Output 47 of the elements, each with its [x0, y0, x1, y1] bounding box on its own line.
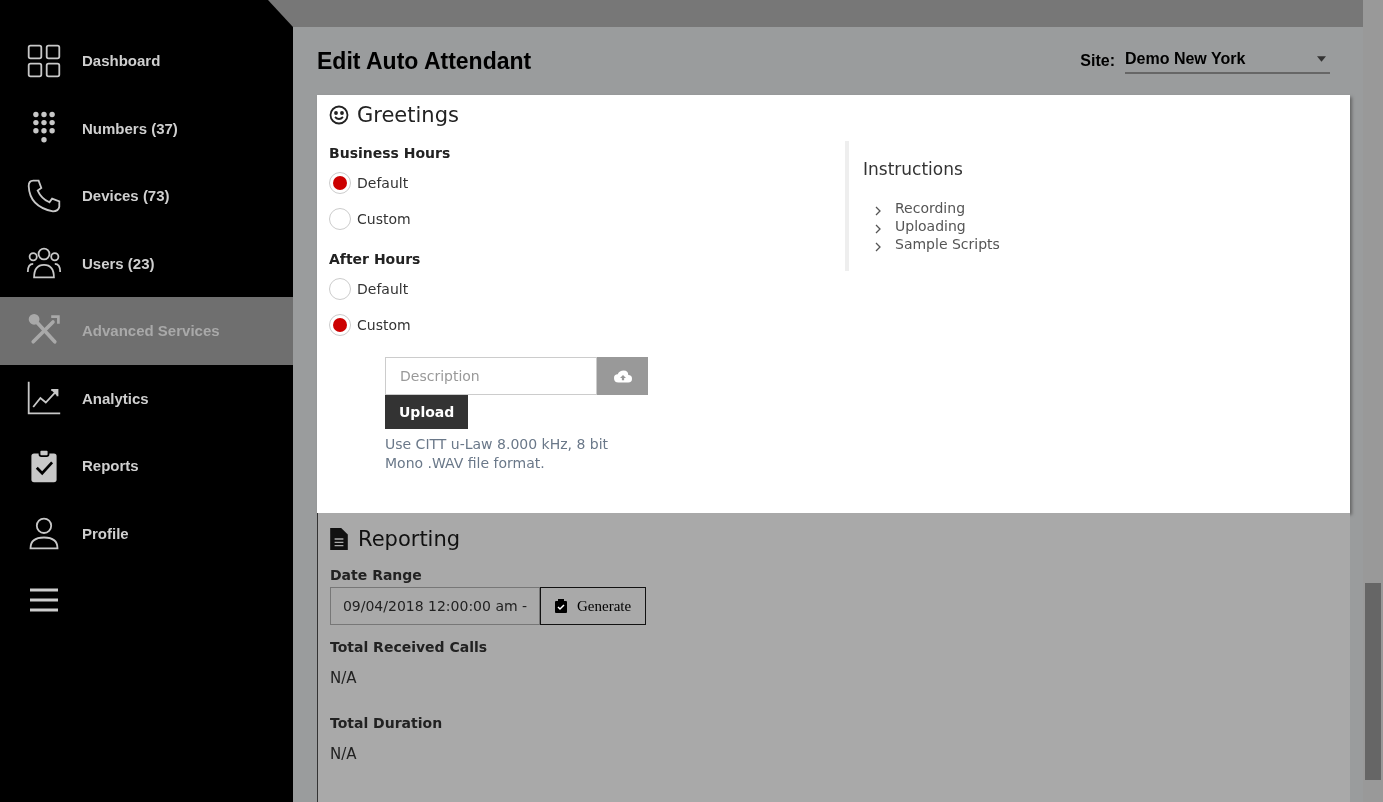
generate-button[interactable]: Generate	[540, 587, 647, 625]
date-range-field[interactable]: 09/04/2018 12:00:00 am -	[330, 587, 540, 625]
radio-label: Custom	[357, 211, 411, 227]
stat-label: Total Received Calls	[330, 639, 489, 655]
caret-icon	[1317, 56, 1326, 62]
chart-icon	[26, 380, 62, 417]
sidebar-item[interactable]: Dashboard	[0, 27, 293, 95]
group-label: Business Hours	[329, 145, 452, 161]
upload-button[interactable]: Upload	[385, 395, 469, 429]
menu-icon[interactable]	[29, 587, 59, 613]
radio-button[interactable]	[329, 208, 351, 230]
section-title: Greetings	[357, 103, 459, 127]
sidebar-item[interactable]: Numbers (37)	[0, 94, 293, 162]
description-field[interactable]: Description	[385, 357, 597, 395]
sidebar-item[interactable]: Profile	[0, 499, 293, 567]
instruction-link[interactable]: Recording	[875, 199, 1000, 217]
site-label: Site:	[1080, 52, 1115, 70]
radio-label: Custom	[357, 317, 411, 333]
page-title: Edit Auto Attendant	[317, 47, 532, 75]
field-label: Date Range	[330, 567, 423, 583]
sidebar-item[interactable]: Analytics	[0, 364, 293, 432]
stat-value: N/A	[330, 669, 358, 687]
smiley-icon	[329, 105, 349, 125]
instruction-link[interactable]: Uploading	[875, 217, 1000, 235]
format-note: Use CITT u-Law 8.000 kHz, 8 bit Mono .WAV file format.	[385, 435, 610, 473]
phone-icon	[26, 177, 62, 214]
cloud-upload-button[interactable]	[597, 357, 648, 395]
instructions-title: Instructions	[863, 159, 964, 179]
radio-button[interactable]	[329, 314, 351, 336]
radio-button[interactable]	[329, 172, 351, 194]
sidebar-item[interactable]: Devices (73)	[0, 162, 293, 230]
clipboard-check-icon	[555, 599, 567, 613]
group-label: After Hours	[329, 251, 422, 267]
radio-label: Default	[357, 175, 409, 191]
instruction-link[interactable]: Sample Scripts	[875, 235, 1000, 253]
radio-label: Default	[357, 281, 409, 297]
sidebar-item[interactable]: Reports	[0, 432, 293, 500]
grid-icon	[26, 42, 62, 79]
site-dropdown[interactable]: Demo New York	[1125, 48, 1330, 74]
stat-label: Total Duration	[330, 715, 444, 731]
cloud-upload-icon	[613, 369, 632, 383]
radio-button[interactable]	[329, 278, 351, 300]
section-title: Reporting	[358, 527, 461, 551]
sidebar-item[interactable]: Users (23)	[0, 229, 293, 297]
stat-value: N/A	[330, 745, 358, 763]
document-icon	[330, 528, 348, 550]
scrollbar-thumb[interactable]	[1365, 583, 1381, 780]
